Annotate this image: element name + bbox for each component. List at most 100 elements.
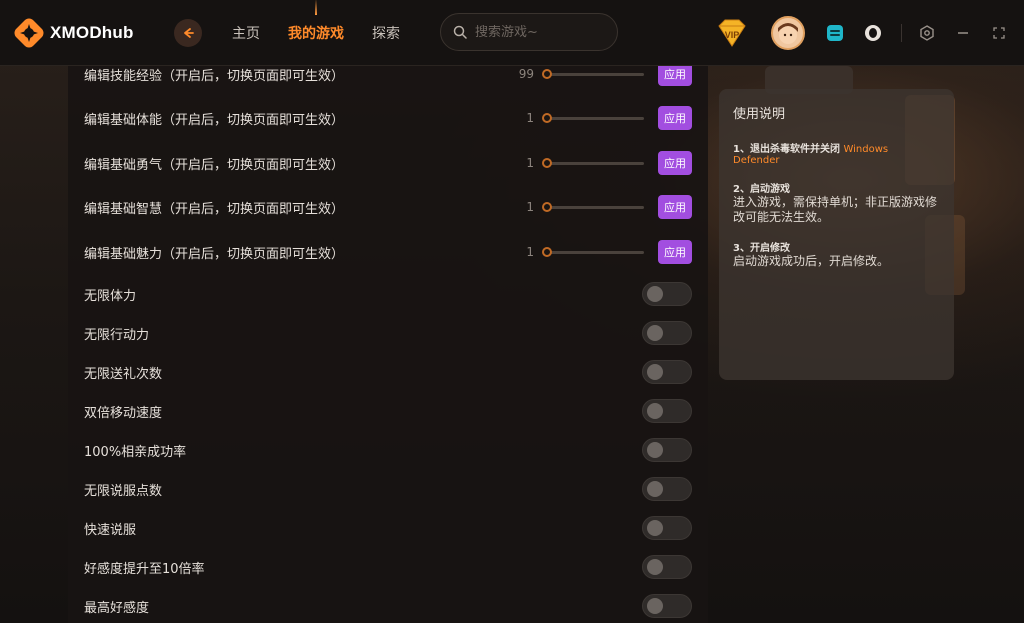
cheat-options-panel: 编辑技能经验（开启后，切换页面即可生效） 99 应用 编辑基础体能（开启后，切换… <box>68 66 708 623</box>
toggle-label: 无限说服点数 <box>84 483 163 499</box>
toggle-switch[interactable] <box>642 282 692 306</box>
settings-button[interactable] <box>916 22 938 44</box>
toggle-knob <box>647 442 663 458</box>
header-actions: VIP <box>715 0 1024 66</box>
slider-row: 编辑基础体能（开启后，切换页面即可生效） 1 应用 <box>68 98 708 138</box>
toggle-knob <box>647 559 663 575</box>
step1-highlight-cont: Defender <box>733 155 780 166</box>
slider-value: 99 <box>518 67 534 81</box>
toggle-knob <box>647 403 663 419</box>
toggle-switch[interactable] <box>642 360 692 384</box>
slider-thumb[interactable] <box>542 246 552 257</box>
toggle-row: 好感度提升至10倍率 <box>68 547 708 587</box>
toggle-row: 无限体力 <box>68 274 708 314</box>
slider-thumb[interactable] <box>542 68 552 79</box>
maximize-button[interactable] <box>988 22 1010 44</box>
slider-thumb[interactable] <box>542 157 552 168</box>
toggle-switch[interactable] <box>642 555 692 579</box>
step1-text: 1、退出杀毒软件并关闭 <box>733 144 840 155</box>
xmod-logo-icon <box>14 18 44 48</box>
search-box[interactable] <box>440 13 618 51</box>
slider-track[interactable] <box>542 201 644 212</box>
toggle-switch[interactable] <box>642 594 692 618</box>
minimize-button[interactable] <box>952 22 974 44</box>
toggle-label: 双倍移动速度 <box>84 405 163 421</box>
apply-button[interactable]: 应用 <box>658 240 692 264</box>
chat-app-icon[interactable] <box>825 23 845 43</box>
slider-row: 编辑技能经验（开启后，切换页面即可生效） 99 应用 <box>68 66 708 94</box>
slider-label: 编辑基础魅力（开启后，切换页面即可生效） <box>84 246 345 262</box>
slider-value: 1 <box>526 200 534 214</box>
toggle-knob <box>647 598 663 614</box>
toggle-row: 无限送礼次数 <box>68 352 708 392</box>
toggle-knob <box>647 325 663 341</box>
slider-label: 编辑技能经验（开启后，切换页面即可生效） <box>84 68 345 84</box>
slider-label: 编辑基础智慧（开启后，切换页面即可生效） <box>84 201 345 217</box>
back-button[interactable] <box>174 18 202 47</box>
apply-button[interactable]: 应用 <box>658 151 692 175</box>
apply-button[interactable]: 应用 <box>658 66 692 86</box>
slider-track[interactable] <box>542 157 644 168</box>
expand-icon <box>993 27 1005 39</box>
slider-row: 编辑基础勇气（开启后，切换页面即可生效） 1 应用 <box>68 143 708 183</box>
nav-my-games[interactable]: 我的游戏 <box>288 23 344 43</box>
toggle-label: 无限送礼次数 <box>84 366 163 382</box>
apply-button[interactable]: 应用 <box>658 195 692 219</box>
toggle-row: 无限说服点数 <box>68 469 708 509</box>
toggle-row: 双倍移动速度 <box>68 391 708 431</box>
step2-body: 进入游戏，需保持单机；非正版游戏修改可能无法生效。 <box>733 195 938 224</box>
apply-button[interactable]: 应用 <box>658 106 692 130</box>
slider-row: 编辑基础智慧（开启后，切换页面即可生效） 1 应用 <box>68 187 708 227</box>
search-input[interactable] <box>475 24 605 40</box>
slider-thumb[interactable] <box>542 112 552 123</box>
toggle-switch[interactable] <box>642 477 692 501</box>
step3-body: 启动游戏成功后，开启修改。 <box>733 254 890 268</box>
logo-text: XMODhub <box>50 22 134 42</box>
qq-icon[interactable] <box>863 23 883 43</box>
toggle-row: 快速说服 <box>68 508 708 548</box>
slider-value: 1 <box>526 245 534 259</box>
vip-text: VIP <box>725 30 740 40</box>
main-nav: 主页 我的游戏 探索 <box>232 23 428 43</box>
top-bar: XMODhub 主页 我的游戏 探索 VIP <box>0 0 1024 66</box>
slider-label: 编辑基础体能（开启后，切换页面即可生效） <box>84 112 345 128</box>
slider-track[interactable] <box>542 68 644 79</box>
toggle-label: 100%相亲成功率 <box>84 444 187 460</box>
toggle-label: 快速说服 <box>84 522 137 538</box>
toggle-row: 最高好感度 <box>68 586 708 623</box>
slider-track[interactable] <box>542 112 644 123</box>
step3-heading: 3、开启修改 <box>733 243 790 254</box>
header-divider <box>901 24 902 42</box>
toggle-switch[interactable] <box>642 516 692 540</box>
toggle-knob <box>647 520 663 536</box>
slider-value: 1 <box>526 156 534 170</box>
toggle-row: 无限行动力 <box>68 313 708 353</box>
slider-thumb[interactable] <box>542 201 552 212</box>
slider-value: 1 <box>526 111 534 125</box>
toggle-switch[interactable] <box>642 438 692 462</box>
nav-home[interactable]: 主页 <box>232 23 260 43</box>
toggle-label: 好感度提升至10倍率 <box>84 561 205 577</box>
avatar[interactable] <box>771 16 805 50</box>
nav-explore[interactable]: 探索 <box>372 23 400 43</box>
app-logo[interactable]: XMODhub <box>14 18 156 48</box>
step1-highlight: Windows <box>843 144 889 155</box>
toggle-label: 无限体力 <box>84 288 137 304</box>
instructions-title: 使用说明 <box>733 107 786 122</box>
vip-badge-icon[interactable]: VIP <box>715 16 749 50</box>
back-arrow-icon <box>184 27 194 38</box>
toggle-knob <box>647 286 663 302</box>
gear-icon <box>920 25 934 41</box>
toggle-knob <box>647 481 663 497</box>
slider-row: 编辑基础魅力（开启后，切换页面即可生效） 1 应用 <box>68 232 708 272</box>
slider-label: 编辑基础勇气（开启后，切换页面即可生效） <box>84 157 345 173</box>
usage-instructions-card: 使用说明 1、退出杀毒软件并关闭 Windows Defender 2、启动游戏… <box>719 89 954 380</box>
toggle-label: 无限行动力 <box>84 327 150 343</box>
toggle-switch[interactable] <box>642 321 692 345</box>
slider-track[interactable] <box>542 246 644 257</box>
toggle-row: 100%相亲成功率 <box>68 430 708 470</box>
toggle-knob <box>647 364 663 380</box>
search-icon <box>453 25 467 39</box>
minimize-icon <box>958 32 968 34</box>
toggle-switch[interactable] <box>642 399 692 423</box>
